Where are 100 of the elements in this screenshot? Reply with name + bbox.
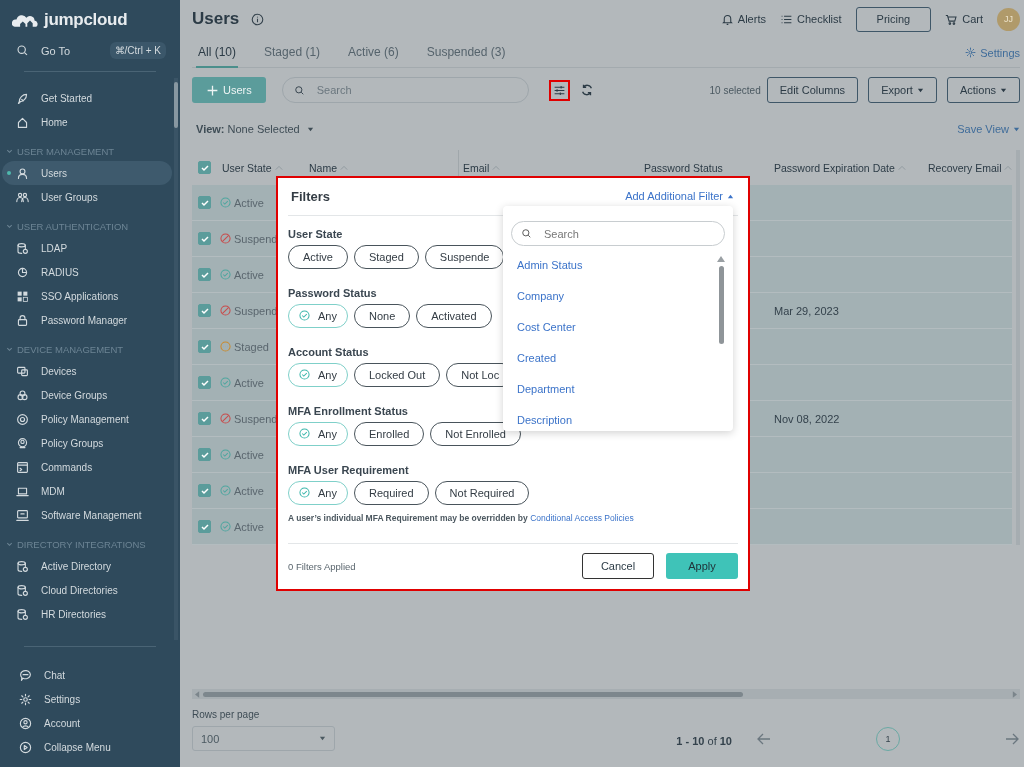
checkbox[interactable] <box>198 196 211 209</box>
sidebar-item[interactable]: Commands <box>2 455 172 479</box>
sidebar-item[interactable]: HR Directories <box>2 602 172 626</box>
sidebar-item[interactable]: MDM <box>2 479 172 503</box>
refresh-icon[interactable] <box>579 83 594 97</box>
chevron-icon[interactable] <box>6 148 13 155</box>
filter-option[interactable]: Admin Status <box>517 258 717 272</box>
checkbox[interactable] <box>198 448 211 461</box>
section-heading: USER MANAGEMENT <box>17 146 115 157</box>
cart-link[interactable]: Cart <box>945 12 983 26</box>
apply-button[interactable]: Apply <box>666 553 738 580</box>
sidebar-item[interactable]: SSO Applications <box>2 284 172 308</box>
filter-chip[interactable]: Suspende <box>424 244 505 269</box>
sidebar-item[interactable]: Active Directory <box>2 554 172 578</box>
pricing-button[interactable]: Pricing <box>855 6 932 32</box>
sidebar-item[interactable]: LDAP <box>2 236 172 260</box>
rows-per-page-select[interactable]: 100 <box>192 726 335 751</box>
column-header[interactable]: Recovery Email <box>928 161 1002 174</box>
sidebar-item[interactable]: Collapse Menu <box>2 735 178 759</box>
filter-option[interactable]: Department <box>517 382 717 396</box>
checkbox[interactable] <box>198 232 211 245</box>
filter-chip[interactable]: Active <box>288 244 348 269</box>
sidebar-item[interactable]: Devices <box>2 359 172 383</box>
arrow-left-icon[interactable] <box>756 731 772 747</box>
checkbox[interactable] <box>198 520 211 533</box>
checkbox[interactable] <box>198 412 211 425</box>
filter-chip[interactable]: Not Required <box>434 480 530 505</box>
filter-chip[interactable]: Locked Out <box>353 362 441 387</box>
filter-option[interactable]: Created <box>517 351 717 365</box>
filter-chip[interactable]: Required <box>353 480 429 505</box>
scroll-left-icon[interactable] <box>195 690 200 698</box>
check-circle-icon <box>299 310 310 322</box>
filter-chip[interactable]: Any <box>288 362 348 387</box>
mfa-note: A user’s individual MFA Requirement may be overridden by Conditional Access Policies <box>288 512 635 523</box>
checkbox[interactable] <box>198 340 211 353</box>
target-icon <box>16 412 29 426</box>
sidebar-item[interactable]: Account <box>2 711 178 735</box>
sidebar-item[interactable]: Settings <box>2 687 178 711</box>
sidebar-item[interactable]: Password Manager <box>2 308 172 332</box>
checkbox[interactable] <box>198 161 211 174</box>
sidebar-item[interactable]: User Groups <box>2 185 172 209</box>
go-to-search[interactable]: Go To ⌘/Ctrl + K <box>0 36 180 65</box>
caret-icon <box>1013 125 1020 133</box>
filter-label: MFA Enrollment Status <box>288 404 408 417</box>
alerts-link[interactable]: Alerts <box>720 12 766 26</box>
database-icon <box>16 583 29 597</box>
sidebar-item[interactable]: Cloud Directories <box>2 578 172 602</box>
actions-button[interactable]: Actions <box>946 77 1020 103</box>
checkmark-icon <box>199 521 210 532</box>
edit-columns-button[interactable]: Edit Columns <box>766 77 859 103</box>
checkmark-icon <box>199 341 210 352</box>
add-filter-link[interactable]: Add Additional Filter <box>625 190 734 203</box>
settings-icon <box>965 47 977 58</box>
search-field[interactable]: Search <box>511 221 725 246</box>
filter-chip[interactable]: Enrolled <box>353 421 425 446</box>
chevron-icon[interactable] <box>6 346 13 353</box>
filter-chip[interactable]: Activated <box>416 303 492 328</box>
horizontal-scrollbar[interactable] <box>192 689 1020 699</box>
filter-chip[interactable]: None <box>353 303 411 328</box>
sidebar-item[interactable]: Get Started <box>2 86 172 110</box>
column-header[interactable]: Name <box>309 161 337 174</box>
tab[interactable]: All (10) <box>196 37 238 68</box>
sidebar-item[interactable]: Policy Groups <box>2 431 172 455</box>
database-icon <box>16 241 29 255</box>
column-header[interactable]: User State <box>222 161 272 174</box>
info-icon[interactable] <box>251 12 265 26</box>
checkbox[interactable] <box>198 484 211 497</box>
column-header[interactable]: Email <box>463 161 490 174</box>
column-header[interactable]: Password Status <box>644 161 723 174</box>
scroll-right-icon[interactable] <box>1012 690 1017 698</box>
sidebar-item[interactable]: Home <box>2 110 172 134</box>
chevron-icon[interactable] <box>6 541 13 548</box>
filter-chip[interactable]: Any <box>288 480 348 505</box>
filter-chip[interactable]: Any <box>288 303 348 328</box>
checkbox[interactable] <box>198 304 211 317</box>
search-field[interactable]: Search <box>281 77 529 103</box>
checklist-link[interactable]: Checklist <box>779 12 842 26</box>
sidebar-item[interactable]: Software Management <box>2 503 172 527</box>
arrow-right-icon[interactable] <box>1004 731 1020 747</box>
checkbox[interactable] <box>198 268 211 281</box>
filter-option[interactable]: Cost Center <box>517 320 717 334</box>
filter-chip[interactable]: Any <box>288 421 348 446</box>
conditional-access-link[interactable]: Conditional Access Policies <box>530 512 634 523</box>
chevron-icon[interactable] <box>6 223 13 230</box>
filter-chip[interactable]: Staged <box>353 244 419 269</box>
sidebar-item[interactable]: Policy Management <box>2 407 172 431</box>
cancel-button[interactable]: Cancel <box>582 553 654 580</box>
sidebar-item[interactable]: Users <box>2 161 172 185</box>
checkbox[interactable] <box>198 376 211 389</box>
sidebar-item[interactable]: Chat <box>2 663 178 687</box>
gauge-icon <box>16 265 29 279</box>
filter-option[interactable]: Company <box>517 289 717 303</box>
export-button[interactable]: Export <box>868 77 937 103</box>
search-icon <box>521 228 532 239</box>
filter-button[interactable] <box>548 79 570 101</box>
sidebar-item[interactable]: RADIUS <box>2 260 172 284</box>
sidebar-item[interactable]: Device Groups <box>2 383 172 407</box>
chat-icon <box>19 668 32 682</box>
view-dropdown[interactable]: View: None Selected <box>196 123 314 135</box>
column-header[interactable]: Password Expiration Date <box>774 161 895 174</box>
